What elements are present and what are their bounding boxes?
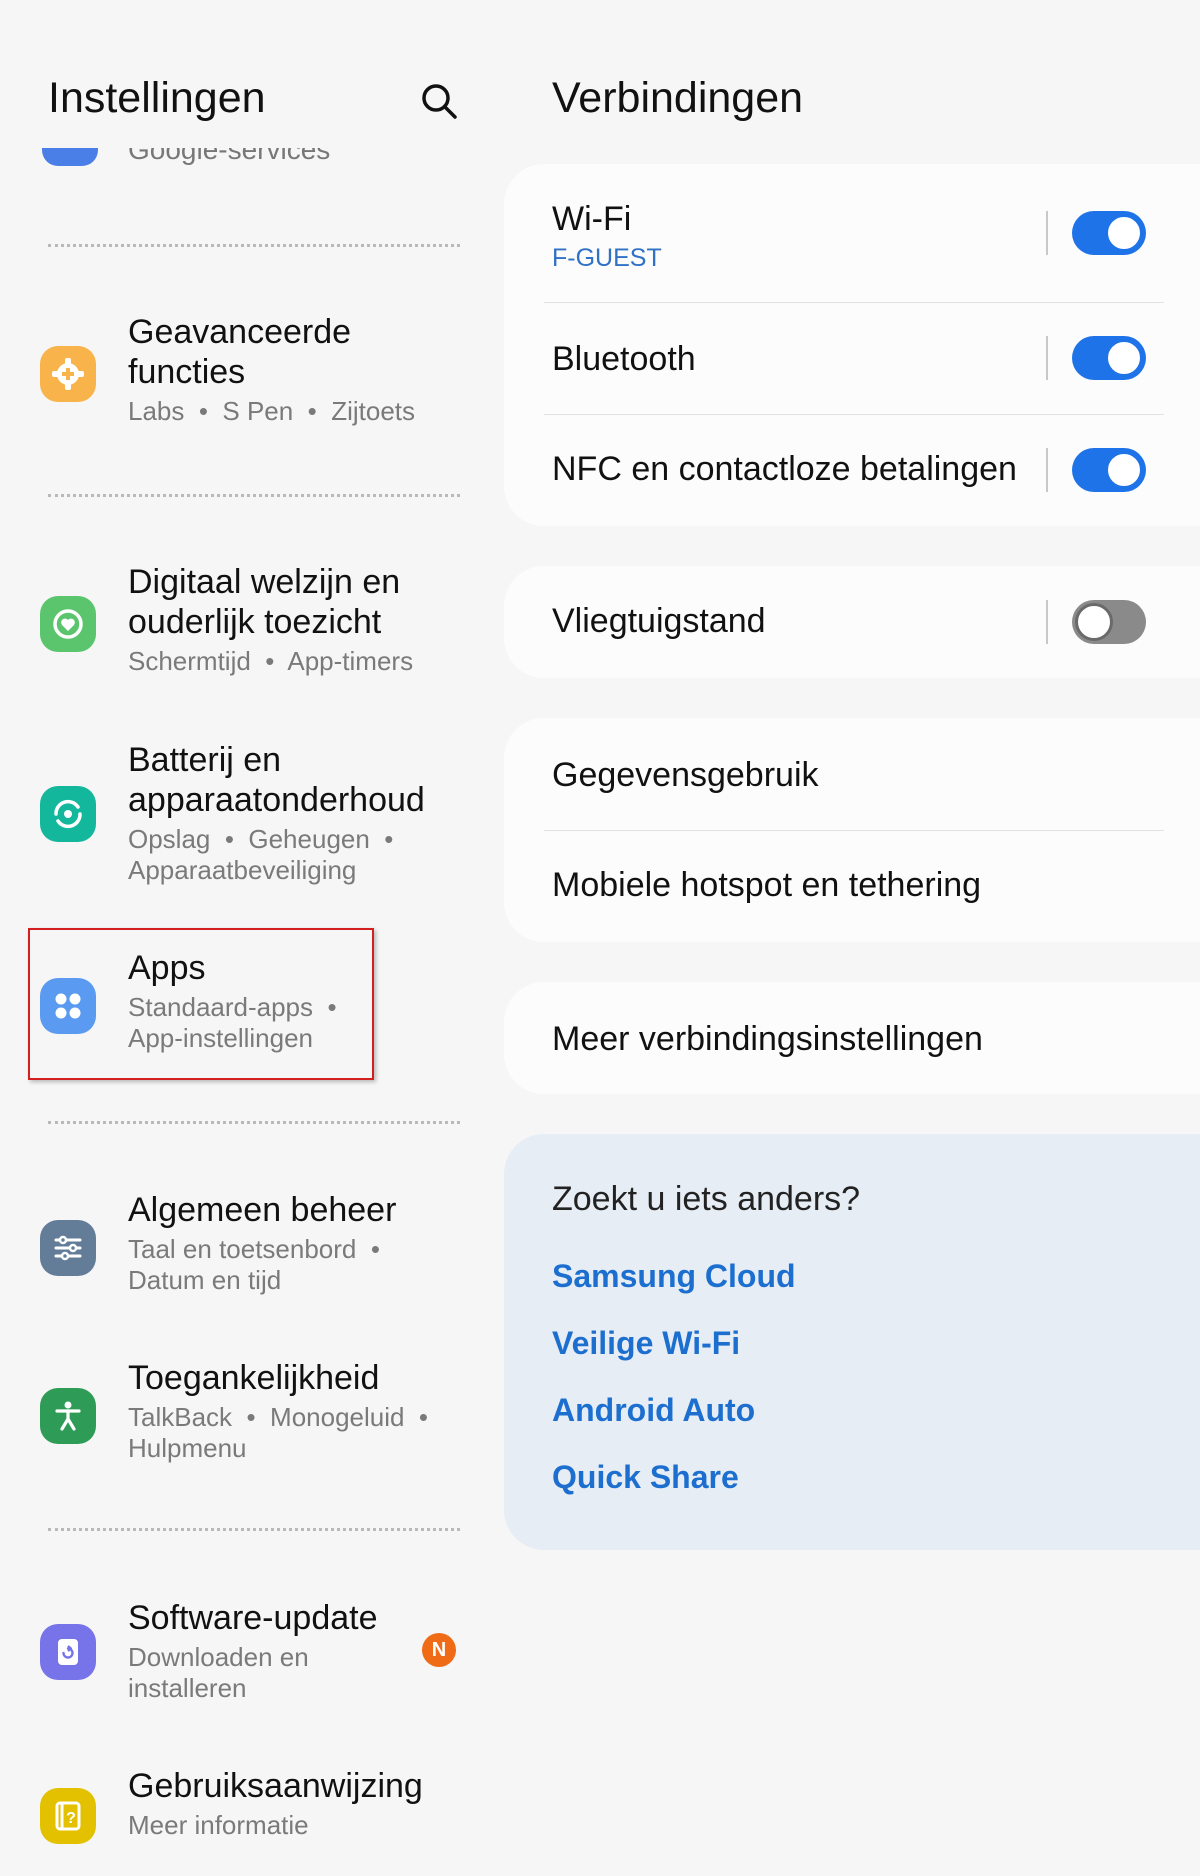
wifi-toggle[interactable] [1072, 211, 1146, 255]
wifi-label: Wi-Fi [552, 200, 632, 238]
more-connection-settings-row[interactable]: Meer verbindingsinstellingen [504, 982, 1200, 1094]
settings-item-accessibility[interactable]: Toegankelijkheid TalkBack • Monogeluid •… [0, 1358, 490, 1474]
settings-item-subtitle: Labs • S Pen • Zijtoets [128, 396, 416, 426]
settings-item-user-manual[interactable]: ? Gebruiksaanwijzing Meer informatie [0, 1766, 490, 1856]
settings-item-subtitle: Schermtijd • App-timers [128, 646, 414, 676]
airplane-mode-label: Vliegtuigstand [552, 602, 766, 640]
hotspot-label: Mobiele hotspot en tethering [552, 866, 982, 904]
settings-item-title: Geavanceerde functies [128, 313, 352, 391]
settings-item-digital-wellbeing[interactable]: Digitaal welzijn en ouderlijk toezicht Sc… [0, 562, 490, 686]
sliders-icon [40, 1220, 96, 1276]
bluetooth-label: Bluetooth [552, 340, 696, 378]
connections-card-airplane: Vliegtuigstand [504, 566, 1200, 678]
airplane-mode-toggle[interactable] [1072, 600, 1146, 644]
settings-item-general-management[interactable]: Algemeen beheer Taal en toetsenbord • Dat… [0, 1190, 490, 1306]
data-usage-label: Gegevensgebruik [552, 756, 819, 794]
device-care-icon [40, 786, 96, 842]
wifi-network-name: F-GUEST [552, 244, 662, 272]
settings-item-title: Digitaal welzijn en ouderlijk toezicht [128, 563, 401, 641]
suggestions-title: Zoekt u iets anders? [552, 1180, 861, 1218]
settings-item-subtitle: Opslag • Geheugen • Apparaatbeveiliging [128, 824, 394, 885]
settings-title: Instellingen [48, 74, 266, 122]
link-samsung-cloud[interactable]: Samsung Cloud [552, 1258, 796, 1295]
divider [48, 1528, 460, 1531]
connections-title: Verbindingen [552, 74, 804, 122]
settings-item-subtitle: Meer informatie [128, 1810, 309, 1840]
hotspot-row[interactable]: Mobiele hotspot en tethering [504, 830, 1200, 942]
settings-item-title: Software-update [128, 1599, 378, 1637]
google-services-icon [42, 148, 98, 166]
wifi-row[interactable]: Wi-Fi F-GUEST [504, 164, 1200, 302]
gear-plus-icon [40, 346, 96, 402]
link-android-auto[interactable]: Android Auto [552, 1392, 755, 1429]
connections-card-data: Gegevensgebruik Mobiele hotspot en tethe… [504, 718, 1200, 942]
accessibility-icon [40, 1388, 96, 1444]
settings-item-google-services[interactable]: Google-services [0, 148, 490, 182]
new-badge: N [422, 1633, 456, 1667]
nfc-row[interactable]: NFC en contactloze betalingen [504, 414, 1200, 526]
heart-circle-icon [40, 596, 96, 652]
settings-list-pane: Instellingen Google-services Geavanceerd… [0, 0, 490, 1876]
bluetooth-row[interactable]: Bluetooth [504, 302, 1200, 414]
settings-item-battery-device-care[interactable]: Batterij en apparaatonderhoud Opslag • Ge… [0, 740, 490, 890]
divider [48, 494, 460, 497]
divider [48, 244, 460, 247]
search-icon[interactable] [416, 78, 464, 126]
user-manual-icon: ? [40, 1788, 96, 1844]
link-quick-share[interactable]: Quick Share [552, 1459, 739, 1496]
bluetooth-toggle[interactable] [1072, 336, 1146, 380]
connections-card-wireless: Wi-Fi F-GUEST Bluetooth NFC en contactlo… [504, 164, 1200, 526]
apps-highlight-box [28, 928, 374, 1080]
data-usage-row[interactable]: Gegevensgebruik [504, 718, 1200, 830]
settings-item-title: Batterij en apparaatonderhoud [128, 741, 425, 819]
settings-item-subtitle: TalkBack • Monogeluid • Hulpmenu [128, 1402, 429, 1463]
divider [48, 1121, 460, 1124]
nfc-label: NFC en contactloze betalingen [552, 450, 1017, 488]
settings-item-title: Algemeen beheer [128, 1191, 397, 1229]
settings-item-label: Google-services [128, 148, 331, 165]
divider [1046, 336, 1048, 380]
settings-item-advanced-features[interactable]: Geavanceerde functies Labs • S Pen • Zijt… [0, 312, 490, 436]
suggestions-card: Zoekt u iets anders? Samsung Cloud Veili… [504, 1134, 1200, 1550]
settings-item-title: Gebruiksaanwijzing [128, 1767, 423, 1805]
divider [1046, 211, 1048, 255]
more-connection-settings-label: Meer verbindingsinstellingen [552, 1020, 983, 1058]
link-secure-wifi[interactable]: Veilige Wi-Fi [552, 1325, 740, 1362]
settings-item-subtitle: Taal en toetsenbord • Datum en tijd [128, 1234, 380, 1295]
software-update-icon [40, 1624, 96, 1680]
airplane-mode-row[interactable]: Vliegtuigstand [504, 566, 1200, 678]
svg-text:?: ? [66, 1810, 76, 1827]
settings-item-title: Toegankelijkheid [128, 1359, 380, 1397]
settings-item-software-update[interactable]: Software-update Downloaden en installeren [0, 1598, 490, 1714]
divider [1046, 600, 1048, 644]
settings-item-subtitle: Downloaden en installeren [128, 1642, 309, 1703]
connections-card-more: Meer verbindingsinstellingen [504, 982, 1200, 1094]
divider [1046, 448, 1048, 492]
nfc-toggle[interactable] [1072, 448, 1146, 492]
